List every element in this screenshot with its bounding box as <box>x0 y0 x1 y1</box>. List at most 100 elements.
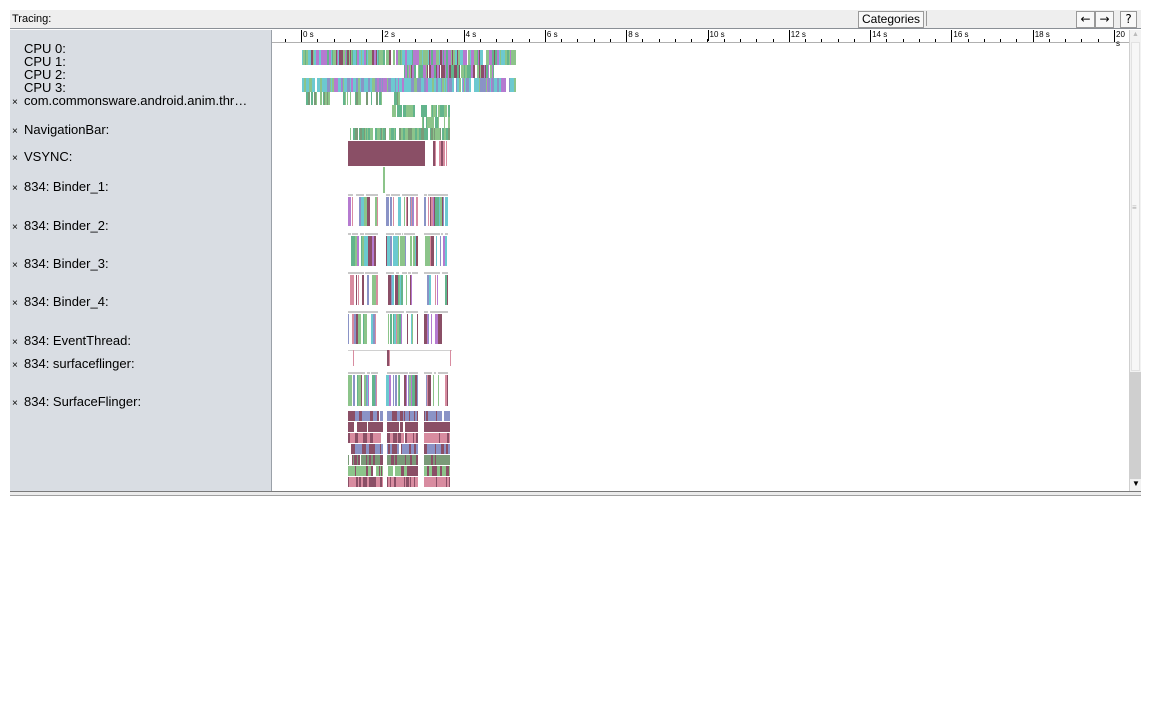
surfaceflinger-band-slice[interactable] <box>358 422 359 432</box>
surfaceflinger-band-slice[interactable] <box>380 477 382 487</box>
cpu-slice[interactable] <box>444 78 445 92</box>
surfaceflinger-band-slice[interactable] <box>440 455 441 465</box>
binder-3-slice[interactable] <box>366 272 368 274</box>
cpu-slice[interactable] <box>320 92 322 105</box>
thread-slice[interactable] <box>444 128 445 140</box>
binder-4-slice[interactable] <box>410 311 411 313</box>
surfaceflinger-band-slice[interactable] <box>412 433 413 443</box>
binder-2-slice[interactable] <box>415 236 416 266</box>
binder-4-slice[interactable] <box>407 314 408 344</box>
binder-3-slice[interactable] <box>406 272 407 274</box>
binder-1-slice[interactable] <box>407 194 408 196</box>
binder-2-slice[interactable] <box>410 236 412 266</box>
cpu-slice[interactable] <box>487 78 488 92</box>
cpu-slice[interactable] <box>397 92 398 105</box>
cpu-slice[interactable] <box>407 65 408 78</box>
cpu-slice[interactable] <box>380 50 383 65</box>
binder-3-slice[interactable] <box>414 272 415 274</box>
surfaceflinger-band-slice[interactable] <box>354 477 356 487</box>
binder-1-slice[interactable] <box>391 194 393 196</box>
surfaceflinger-band-slice[interactable] <box>373 411 374 421</box>
surfaceflinger-band-slice[interactable] <box>358 466 361 476</box>
surfaceflinger-band-slice[interactable] <box>387 455 388 465</box>
surfaceflinger-band-slice[interactable] <box>448 466 449 476</box>
surfaceflinger-band-slice[interactable] <box>387 477 388 487</box>
surfaceflinger-slice[interactable] <box>440 372 441 374</box>
thread-slice[interactable] <box>394 128 395 140</box>
cpu-slice[interactable] <box>414 50 417 65</box>
cpu-slice[interactable] <box>305 50 306 65</box>
surfaceflinger-slice[interactable] <box>430 375 431 406</box>
binder-2-slice[interactable] <box>395 236 398 266</box>
cpu-slice[interactable] <box>336 50 337 65</box>
thread-slice[interactable] <box>421 128 424 140</box>
cpu-slice[interactable] <box>489 50 492 65</box>
thread-slice[interactable] <box>444 105 445 117</box>
binder-2-slice[interactable] <box>362 236 364 266</box>
surfaceflinger-band-slice[interactable] <box>395 466 396 476</box>
thread-slice[interactable] <box>440 105 441 117</box>
cpu-slice[interactable] <box>340 50 343 65</box>
surfaceflinger-band-slice[interactable] <box>348 422 349 432</box>
binder-3-slice[interactable] <box>350 272 351 274</box>
binder-4-slice[interactable] <box>371 311 372 313</box>
binder-2-slice[interactable] <box>437 233 440 235</box>
surfaceflinger-band-slice[interactable] <box>376 466 378 476</box>
surfaceflinger-band-slice[interactable] <box>448 433 449 443</box>
cpu-slice[interactable] <box>312 78 315 92</box>
cpu-slice[interactable] <box>463 50 466 65</box>
surfaceflinger-band-slice[interactable] <box>405 466 407 476</box>
cpu-slice[interactable] <box>372 78 373 92</box>
binder-1-slice[interactable] <box>366 194 367 196</box>
thread-slice[interactable] <box>442 105 444 117</box>
binder-2-slice[interactable] <box>398 236 399 266</box>
cpu-slice[interactable] <box>328 92 330 105</box>
thread-slice[interactable] <box>380 128 381 140</box>
surfaceflinger-band-slice[interactable] <box>356 466 358 476</box>
surfaceflinger-slice[interactable] <box>393 372 394 374</box>
binder-1-slice[interactable] <box>416 197 418 226</box>
surfaceflinger-band-slice[interactable] <box>447 477 449 487</box>
surfaceflinger-band-slice[interactable] <box>408 422 409 432</box>
cpu-slice[interactable] <box>465 65 467 78</box>
surfaceflinger-slice[interactable] <box>435 372 436 374</box>
surfaceflinger-band-slice[interactable] <box>433 422 434 432</box>
surfaceflinger-slice[interactable] <box>443 372 446 374</box>
cpu-slice[interactable] <box>429 50 430 65</box>
binder-4-slice[interactable] <box>373 311 374 313</box>
navigation-bar-slice[interactable] <box>348 141 425 166</box>
surfaceflinger-band-slice[interactable] <box>437 455 440 465</box>
surfaceflinger-band-slice[interactable] <box>434 422 435 432</box>
cpu-slice[interactable] <box>398 92 400 105</box>
cpu-slice[interactable] <box>477 65 478 78</box>
binder-3-slice[interactable] <box>447 275 448 305</box>
surfaceflinger-band-slice[interactable] <box>431 422 432 432</box>
cpu-slice[interactable] <box>510 78 513 92</box>
binder-1-slice[interactable] <box>440 197 442 226</box>
cpu-slice[interactable] <box>464 78 465 92</box>
binder-2-slice[interactable] <box>442 233 443 235</box>
surfaceflinger-band-slice[interactable] <box>361 477 362 487</box>
surfaceflinger-band-slice[interactable] <box>424 411 425 421</box>
surfaceflinger-band-slice[interactable] <box>398 433 399 443</box>
thread-slice[interactable] <box>399 128 401 140</box>
binder-1-slice[interactable] <box>364 197 367 226</box>
cpu-slice[interactable] <box>346 50 347 65</box>
cpu-slice[interactable] <box>432 50 433 65</box>
binder-3-slice[interactable] <box>362 272 364 274</box>
categories-button[interactable]: Categories <box>858 11 925 28</box>
binder-3-slice[interactable] <box>362 275 364 305</box>
surfaceflinger-band-slice[interactable] <box>399 466 400 476</box>
surfaceflinger-band-slice[interactable] <box>391 477 393 487</box>
binder-2-slice[interactable] <box>372 233 373 235</box>
cpu-slice[interactable] <box>474 78 476 92</box>
binder-1-slice[interactable] <box>438 197 439 226</box>
surfaceflinger-band-slice[interactable] <box>429 477 431 487</box>
surfaceflinger-band-slice[interactable] <box>416 444 417 454</box>
binder-1-slice[interactable] <box>436 194 437 196</box>
surfaceflinger-band-slice[interactable] <box>366 433 367 443</box>
surfaceflinger-slice[interactable] <box>405 372 407 374</box>
surfaceflinger-band-slice[interactable] <box>406 477 409 487</box>
surfaceflinger-band-slice[interactable] <box>371 411 373 421</box>
surfaceflinger-slice[interactable] <box>388 372 389 374</box>
